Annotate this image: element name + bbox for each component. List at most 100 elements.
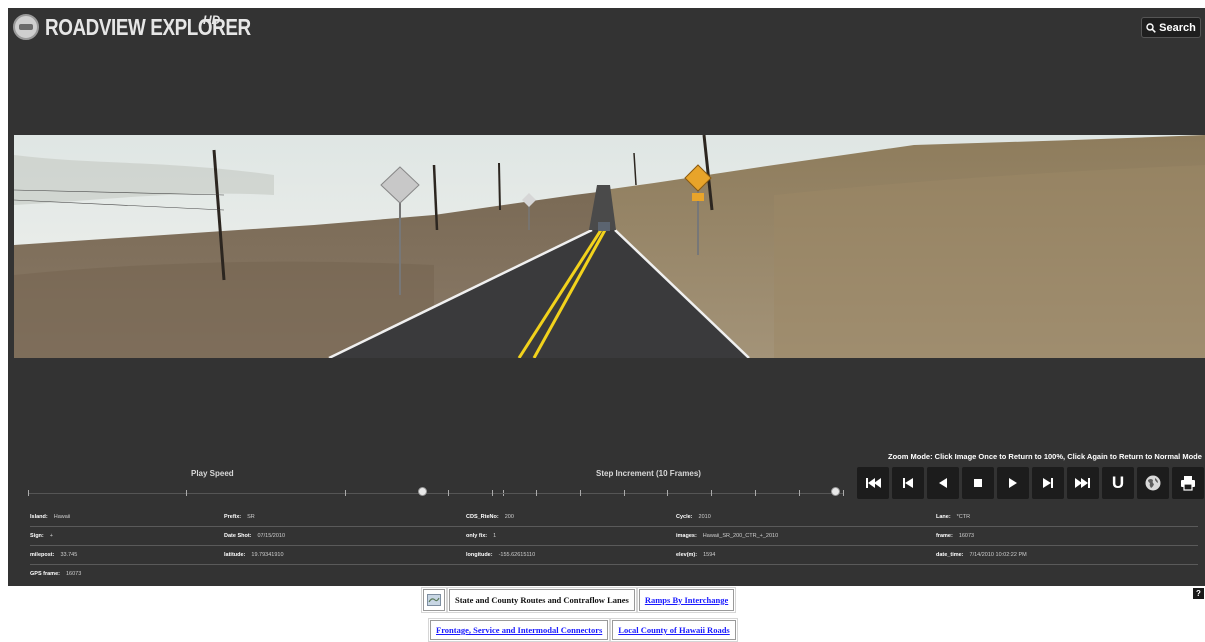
info-cell: Cycle: 2010 — [676, 514, 711, 520]
previous-frame-button[interactable] — [892, 467, 924, 499]
search-label: Search — [1159, 21, 1196, 34]
info-cell: latitude: 19.79341910 — [224, 552, 284, 558]
state-county-routes-tab[interactable]: State and County Routes and Contraflow L… — [447, 587, 637, 613]
u-turn-button[interactable]: U — [1102, 467, 1134, 499]
zoom-mode-hint: Zoom Mode: Click Image Once to Return to… — [888, 452, 1202, 461]
road-type-tabs-row-1: State and County Routes and Contraflow L… — [421, 587, 737, 613]
next-frame-button[interactable] — [1032, 467, 1064, 499]
step-increment-label: Step Increment (10 Frames) — [596, 469, 701, 478]
info-row: GPS frame: 16073 — [30, 565, 1198, 583]
play-icon — [1009, 478, 1017, 488]
ramps-by-interchange-link[interactable]: Ramps By Interchange — [636, 587, 737, 613]
slider-tick — [755, 490, 757, 496]
info-cell: elev(m): 1594 — [676, 552, 715, 558]
play-forward-button[interactable] — [997, 467, 1029, 499]
logo-icon — [13, 14, 39, 40]
info-value: 19.79341910 — [251, 552, 284, 558]
viewer-panel: ROADVIEW EXPLORER HD Search Zoom Mode: C… — [8, 8, 1205, 586]
info-key: CDS_RteNo: — [466, 514, 499, 520]
step-increment-slider[interactable] — [448, 487, 844, 498]
info-value: 33.745 — [60, 552, 78, 558]
info-key: only fix: — [466, 533, 488, 539]
globe-icon — [1145, 475, 1161, 491]
info-key: date_time: — [936, 552, 964, 558]
slider-tick — [623, 490, 625, 496]
play-reverse-icon — [939, 478, 947, 488]
info-value: 07/15/2010 — [257, 533, 286, 539]
info-value: 16073 — [65, 571, 82, 577]
info-cell: Date Shot: 07/15/2010 — [224, 533, 285, 539]
slider-tick — [344, 490, 346, 496]
info-key: milepost: — [30, 552, 55, 558]
info-cell: CDS_RteNo: 200 — [466, 514, 514, 520]
search-button[interactable]: Search — [1141, 17, 1201, 38]
slider-thumb[interactable] — [418, 487, 428, 496]
info-cell: only fix: 1 — [466, 533, 496, 539]
slider-tick — [579, 490, 581, 496]
info-cell: longitude: -155.62615110 — [466, 552, 535, 558]
hd-badge: HD — [203, 13, 221, 27]
info-key: Date Shot: — [224, 533, 252, 539]
info-row: Island: Hawaii Prefix: SR CDS_RteNo: 200 Cycle… — [30, 508, 1198, 527]
info-key: frame: — [936, 533, 953, 539]
frontage-service-intermodal-link[interactable]: Frontage, Service and Intermodal Connect… — [427, 618, 611, 642]
info-value: 7/14/2010 10:02:22 PM — [969, 552, 1027, 558]
skip-to-start-icon — [866, 478, 881, 488]
stop-icon — [974, 479, 982, 487]
info-value: *CTR — [956, 514, 971, 520]
slider-track — [28, 493, 503, 494]
info-value: -155.62615110 — [498, 552, 536, 558]
step-back-icon — [903, 478, 913, 488]
slider-tick — [186, 490, 188, 496]
info-cell: Island: Hawaii — [30, 514, 70, 520]
info-key: Island: — [30, 514, 48, 520]
skip-to-end-icon — [1075, 478, 1090, 488]
info-key: Sign: — [30, 533, 44, 539]
play-reverse-button[interactable] — [927, 467, 959, 499]
play-speed-slider[interactable] — [28, 487, 504, 498]
info-value: 200 — [504, 514, 514, 520]
road-type-tabs-row-2: Frontage, Service and Intermodal Connect… — [427, 618, 738, 642]
search-icon — [1146, 22, 1156, 33]
info-row: milepost: 33.745 latitude: 19.79341910 longi… — [30, 546, 1198, 565]
stop-button[interactable] — [962, 467, 994, 499]
info-value: 16073 — [958, 533, 975, 539]
print-button[interactable] — [1172, 467, 1204, 499]
info-key: GPS frame: — [30, 571, 60, 577]
local-county-hawaii-roads-link[interactable]: Local County of Hawaii Roads — [610, 618, 738, 642]
slider-thumb[interactable] — [831, 487, 841, 496]
info-key: elev(m): — [676, 552, 698, 558]
playback-controls: U — [857, 467, 1204, 499]
help-button[interactable]: ? — [1193, 588, 1204, 599]
first-frame-button[interactable] — [857, 467, 889, 499]
info-cell: frame: 16073 — [936, 533, 974, 539]
last-frame-button[interactable] — [1067, 467, 1099, 499]
slider-tick — [491, 490, 493, 496]
info-value: 1594 — [703, 552, 716, 558]
printer-icon — [1181, 476, 1195, 491]
play-speed-label: Play Speed — [191, 469, 234, 478]
info-cell: Sign: + — [30, 533, 53, 539]
info-key: Cycle: — [676, 514, 693, 520]
info-cell: Prefix: SR — [224, 514, 255, 520]
slider-tick — [448, 490, 449, 496]
step-forward-icon — [1043, 478, 1053, 488]
slider-tick — [799, 490, 801, 496]
info-value: 1 — [493, 533, 497, 539]
slider-tick — [28, 490, 29, 496]
info-key: latitude: — [224, 552, 246, 558]
slider-tick — [667, 490, 669, 496]
road-image[interactable] — [14, 135, 1205, 358]
map-icon — [427, 594, 441, 606]
info-value: Hawaii — [53, 514, 71, 520]
u-turn-icon: U — [1111, 473, 1125, 492]
slider-tick — [711, 490, 713, 496]
info-value: 2010 — [698, 514, 711, 520]
info-row: Sign: + Date Shot: 07/15/2010 only fix: 1 imag… — [30, 527, 1198, 546]
info-key: images: — [676, 533, 697, 539]
map-button[interactable] — [421, 587, 447, 613]
globe-button[interactable] — [1137, 467, 1169, 499]
title-bar: ROADVIEW EXPLORER HD Search — [8, 8, 1205, 48]
info-key: Lane: — [936, 514, 951, 520]
info-cell: milepost: 33.745 — [30, 552, 77, 558]
